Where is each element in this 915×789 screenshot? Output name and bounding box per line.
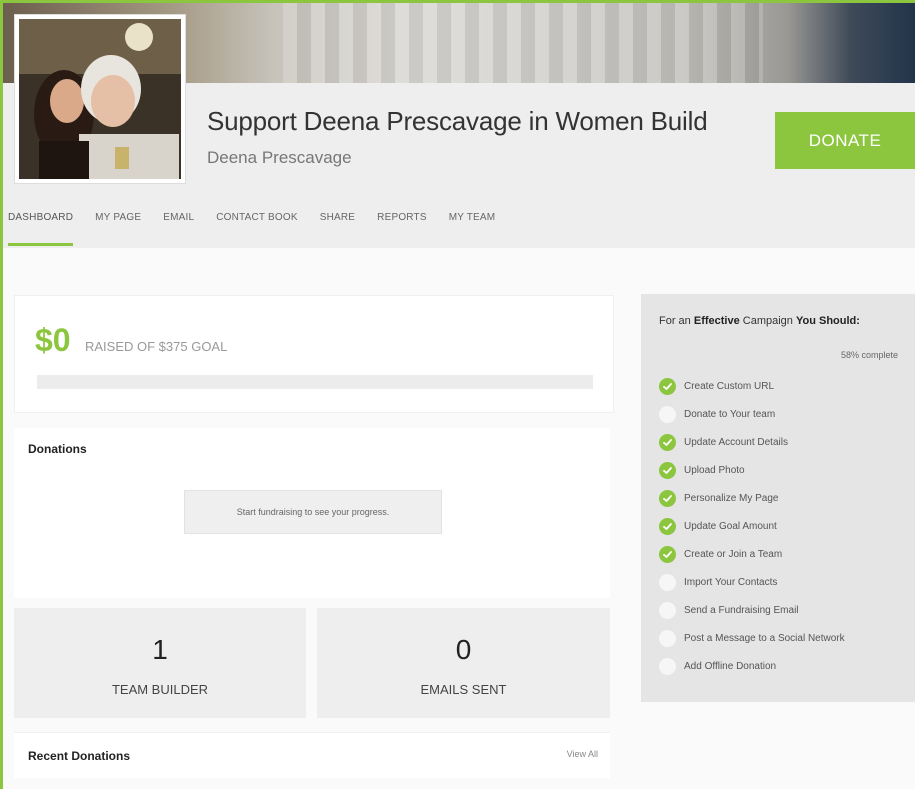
- checklist-item[interactable]: Import Your Contacts: [659, 568, 845, 596]
- checklist-item-label: Donate to Your team: [684, 408, 776, 420]
- emails-sent-stat: 0 EMAILS SENT: [317, 608, 610, 718]
- emails-sent-label: EMAILS SENT: [420, 682, 507, 697]
- check-circle-icon: [659, 517, 676, 535]
- checklist-item-label: Update Account Details: [684, 436, 788, 448]
- checklist-title-prefix: For an: [659, 315, 694, 327]
- checklist-item[interactable]: Upload Photo: [659, 456, 845, 484]
- checklist-item[interactable]: Create or Join a Team: [659, 540, 845, 568]
- checklist-item-label: Create Custom URL: [684, 380, 775, 392]
- team-builder-label: TEAM BUILDER: [111, 682, 209, 697]
- checklist-item[interactable]: Send a Fundraising Email: [659, 596, 845, 624]
- raised-card: $0 RAISED OF $375 GOAL: [14, 295, 614, 413]
- donations-card: Donations Start fundraising to see your …: [14, 428, 610, 598]
- nav-my-page[interactable]: MY PAGE: [95, 206, 141, 246]
- dashboard-nav: DASHBOARD MY PAGE EMAIL CONTACT BOOK SHA…: [8, 206, 517, 246]
- checklist-title-mid: Campaign: [739, 315, 796, 327]
- checklist-item-label: Create or Join a Team: [684, 548, 783, 560]
- checklist-item[interactable]: Create Custom URL: [659, 372, 845, 400]
- donations-heading: Donations: [28, 442, 87, 456]
- checklist-item-label: Send a Fundraising Email: [684, 604, 799, 616]
- check-circle-icon: [659, 377, 676, 395]
- checklist-item-label: Import Your Contacts: [684, 576, 778, 588]
- emails-sent-count: 0: [455, 634, 472, 665]
- page-title: Support Deena Prescavage in Women Build: [207, 106, 708, 136]
- donate-button[interactable]: DONATE: [775, 112, 915, 169]
- checklist-item[interactable]: Personalize My Page: [659, 484, 845, 512]
- raised-goal-text: RAISED OF $375 GOAL: [85, 339, 228, 354]
- nav-dashboard[interactable]: DASHBOARD: [8, 206, 74, 246]
- checklist-item-label: Upload Photo: [684, 464, 745, 476]
- check-circle-icon: [659, 433, 676, 451]
- checklist-item-label: Update Goal Amount: [684, 520, 777, 532]
- campaign-checklist: For an Effective Campaign You Should: 58…: [641, 294, 915, 702]
- checklist-item[interactable]: Donate to Your team: [659, 400, 845, 428]
- empty-donations-message: Start fundraising to see your progress.: [184, 490, 442, 534]
- check-circle-icon: [659, 545, 676, 563]
- check-circle-icon: [659, 461, 676, 479]
- checklist-percent: 58% complete: [841, 350, 899, 360]
- empty-circle-icon: [659, 573, 676, 591]
- checklist-title-bold-2: You Should:: [795, 315, 860, 327]
- checklist-items: Create Custom URL Donate to Your team Upda…: [659, 372, 845, 680]
- recent-donations-heading: Recent Donations: [28, 749, 131, 763]
- view-all-link[interactable]: View All: [567, 749, 598, 759]
- nav-contact-book[interactable]: CONTACT BOOK: [216, 206, 297, 246]
- empty-circle-icon: [659, 405, 676, 423]
- checklist-item[interactable]: Update Account Details: [659, 428, 845, 456]
- checklist-item-label: Personalize My Page: [684, 492, 779, 504]
- profile-photo: [14, 14, 186, 184]
- team-builder-count: 1: [152, 634, 168, 665]
- nav-share[interactable]: SHARE: [320, 206, 355, 246]
- checklist-item-label: Add Offline Donation: [684, 660, 777, 672]
- checklist-item[interactable]: Update Goal Amount: [659, 512, 845, 540]
- empty-circle-icon: [659, 657, 676, 675]
- checklist-title: For an Effective Campaign You Should:: [659, 314, 909, 329]
- checklist-title-bold-1: Effective: [693, 315, 740, 327]
- empty-circle-icon: [659, 601, 676, 619]
- recent-donations-card: Recent Donations View All: [14, 732, 610, 778]
- goal-progress-bar: [37, 375, 593, 389]
- checklist-item-label: Post a Message to a Social Network: [684, 632, 845, 644]
- empty-circle-icon: [659, 629, 676, 647]
- raised-amount: $0: [35, 322, 71, 358]
- page-owner-name: Deena Prescavage: [207, 148, 352, 167]
- check-circle-icon: [659, 489, 676, 507]
- checklist-item[interactable]: Add Offline Donation: [659, 652, 845, 680]
- profile-photo-image: [19, 19, 181, 179]
- nav-email[interactable]: EMAIL: [163, 206, 194, 246]
- checklist-item[interactable]: Post a Message to a Social Network: [659, 624, 845, 652]
- banner-pattern: [283, 3, 763, 83]
- nav-my-team[interactable]: MY TEAM: [449, 206, 496, 246]
- nav-reports[interactable]: REPORTS: [377, 206, 427, 246]
- team-builder-stat: 1 TEAM BUILDER: [14, 608, 306, 718]
